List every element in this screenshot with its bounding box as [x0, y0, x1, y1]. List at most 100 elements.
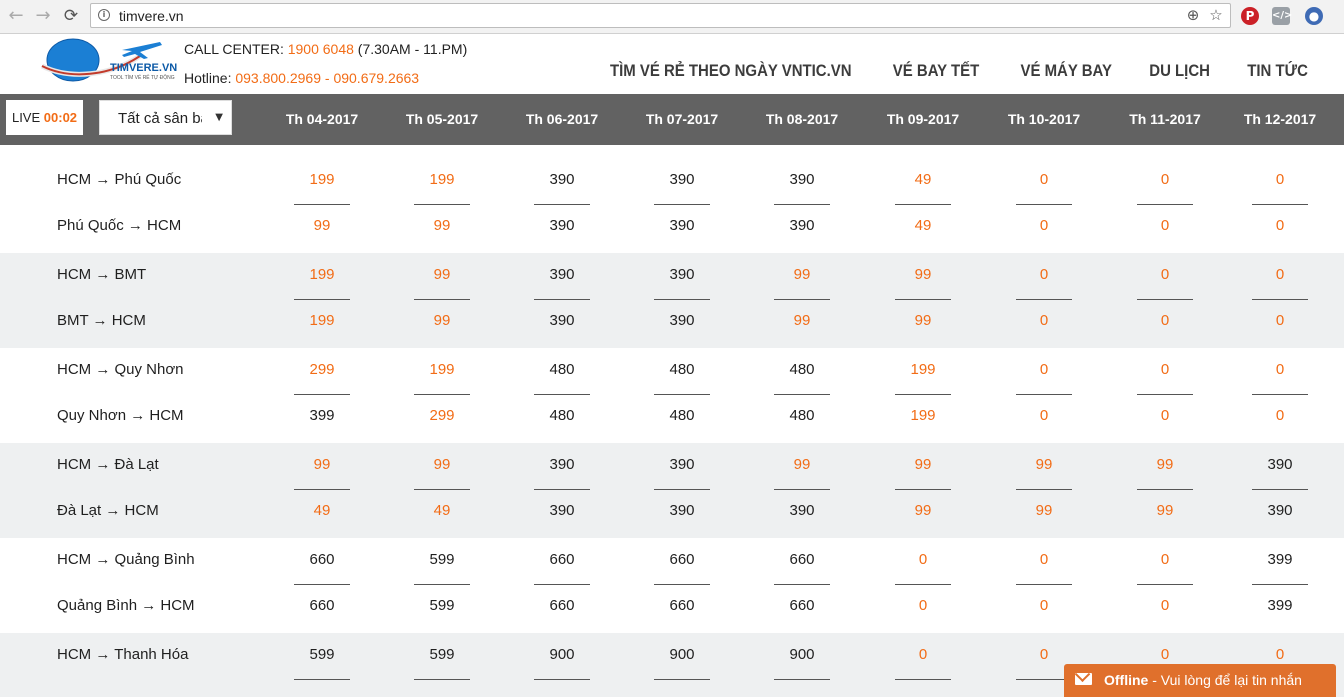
month-header[interactable]: Th 07-2017: [622, 111, 742, 127]
forward-icon[interactable]: →: [32, 5, 54, 27]
price-cell[interactable]: 99: [1004, 456, 1084, 473]
price-cell[interactable]: 390: [642, 266, 722, 283]
price-cell[interactable]: 399: [1240, 597, 1320, 614]
nav-item-ve-may-bay[interactable]: VÉ MÁY BAY: [1021, 61, 1112, 81]
route-name[interactable]: Phú Quốc → HCM: [57, 217, 181, 234]
back-icon[interactable]: ←: [5, 5, 27, 27]
month-header[interactable]: Th 04-2017: [262, 111, 382, 127]
price-cell[interactable]: 390: [522, 217, 602, 234]
nav-item-vntic[interactable]: TÌM VÉ RẺ THEO NGÀY VNTIC.VN: [610, 61, 852, 81]
price-cell[interactable]: 0: [1004, 171, 1084, 188]
month-header[interactable]: Th 05-2017: [382, 111, 502, 127]
price-cell[interactable]: 99: [1125, 456, 1205, 473]
price-cell[interactable]: 599: [402, 551, 482, 568]
price-cell[interactable]: 99: [883, 502, 963, 519]
price-cell[interactable]: 0: [883, 551, 963, 568]
price-cell[interactable]: 480: [642, 407, 722, 424]
price-cell[interactable]: 900: [642, 646, 722, 663]
price-cell[interactable]: 599: [402, 597, 482, 614]
price-cell[interactable]: 0: [1004, 217, 1084, 234]
price-cell[interactable]: 99: [762, 456, 842, 473]
price-cell[interactable]: 0: [1125, 361, 1205, 378]
code-extension-icon[interactable]: </>: [1272, 7, 1292, 25]
nav-item-du-lich[interactable]: DU LỊCH: [1149, 61, 1210, 81]
price-cell[interactable]: 0: [1240, 266, 1320, 283]
price-cell[interactable]: 99: [282, 456, 362, 473]
price-cell[interactable]: 0: [1240, 361, 1320, 378]
price-cell[interactable]: 0: [1125, 407, 1205, 424]
price-cell[interactable]: 99: [402, 312, 482, 329]
route-name[interactable]: HCM → Quy Nhơn: [57, 361, 184, 378]
price-cell[interactable]: 49: [282, 502, 362, 519]
bookmark-star-icon[interactable]: ☆: [1207, 6, 1225, 24]
route-name[interactable]: HCM → Quảng Bình: [57, 551, 195, 568]
route-name[interactable]: Đà Lạt → HCM: [57, 502, 159, 519]
pinterest-extension-icon[interactable]: P: [1241, 7, 1259, 25]
price-cell[interactable]: 199: [282, 171, 362, 188]
price-cell[interactable]: 0: [1240, 646, 1320, 663]
price-cell[interactable]: 99: [762, 312, 842, 329]
price-cell[interactable]: 0: [1004, 407, 1084, 424]
price-cell[interactable]: 0: [883, 646, 963, 663]
price-cell[interactable]: 299: [402, 407, 482, 424]
price-cell[interactable]: 390: [642, 456, 722, 473]
chat-widget[interactable]: Offline - Vui lòng để lại tin nhắn: [1064, 664, 1336, 697]
price-cell[interactable]: 99: [883, 312, 963, 329]
price-cell[interactable]: 0: [1125, 597, 1205, 614]
price-cell[interactable]: 660: [282, 551, 362, 568]
month-header[interactable]: Th 06-2017: [502, 111, 622, 127]
route-name[interactable]: HCM → Đà Lạt: [57, 456, 159, 473]
price-cell[interactable]: 0: [1125, 171, 1205, 188]
price-cell[interactable]: 390: [762, 171, 842, 188]
price-cell[interactable]: 390: [522, 502, 602, 519]
price-cell[interactable]: 199: [282, 266, 362, 283]
price-cell[interactable]: 99: [402, 266, 482, 283]
price-cell[interactable]: 99: [402, 456, 482, 473]
route-name[interactable]: BMT → HCM: [57, 312, 146, 329]
month-header[interactable]: Th 12-2017: [1220, 111, 1340, 127]
route-name[interactable]: HCM → Thanh Hóa: [57, 646, 188, 663]
price-cell[interactable]: 390: [762, 502, 842, 519]
price-cell[interactable]: 480: [762, 361, 842, 378]
price-cell[interactable]: 0: [1004, 266, 1084, 283]
price-cell[interactable]: 99: [762, 266, 842, 283]
price-cell[interactable]: 599: [402, 646, 482, 663]
price-cell[interactable]: 99: [402, 217, 482, 234]
price-cell[interactable]: 480: [522, 361, 602, 378]
price-cell[interactable]: 660: [522, 551, 602, 568]
price-cell[interactable]: 390: [642, 502, 722, 519]
price-cell[interactable]: 99: [883, 266, 963, 283]
price-cell[interactable]: 390: [642, 171, 722, 188]
price-cell[interactable]: 480: [642, 361, 722, 378]
price-cell[interactable]: 199: [402, 171, 482, 188]
airport-select[interactable]: Tất cả sân bay ▼: [99, 100, 232, 135]
price-cell[interactable]: 390: [522, 312, 602, 329]
price-cell[interactable]: 390: [522, 266, 602, 283]
price-cell[interactable]: 0: [1004, 646, 1084, 663]
price-cell[interactable]: 390: [522, 171, 602, 188]
price-cell[interactable]: 660: [522, 597, 602, 614]
price-cell[interactable]: 0: [1240, 217, 1320, 234]
hotline-numbers[interactable]: 093.800.2969 - 090.679.2663: [235, 70, 419, 86]
price-cell[interactable]: 0: [1125, 217, 1205, 234]
price-cell[interactable]: 900: [762, 646, 842, 663]
price-cell[interactable]: 199: [282, 312, 362, 329]
price-cell[interactable]: 399: [282, 407, 362, 424]
price-cell[interactable]: 0: [1004, 312, 1084, 329]
route-name[interactable]: HCM → BMT: [57, 266, 146, 283]
call-center-number[interactable]: 1900 6048: [288, 41, 354, 57]
price-cell[interactable]: 99: [282, 217, 362, 234]
site-logo[interactable]: TIMVERE.VN TOOL TÌM VÉ RẺ TỰ ĐỘNG: [40, 36, 177, 88]
route-name[interactable]: Quy Nhơn → HCM: [57, 407, 184, 424]
price-cell[interactable]: 900: [522, 646, 602, 663]
price-cell[interactable]: 390: [642, 217, 722, 234]
url-text[interactable]: timvere.vn: [119, 8, 184, 24]
month-header[interactable]: Th 10-2017: [984, 111, 1104, 127]
month-header[interactable]: Th 11-2017: [1105, 111, 1225, 127]
price-cell[interactable]: 390: [1240, 456, 1320, 473]
price-cell[interactable]: 0: [1004, 597, 1084, 614]
price-cell[interactable]: 0: [1004, 551, 1084, 568]
price-cell[interactable]: 199: [883, 361, 963, 378]
price-cell[interactable]: 599: [282, 646, 362, 663]
price-cell[interactable]: 0: [1125, 312, 1205, 329]
